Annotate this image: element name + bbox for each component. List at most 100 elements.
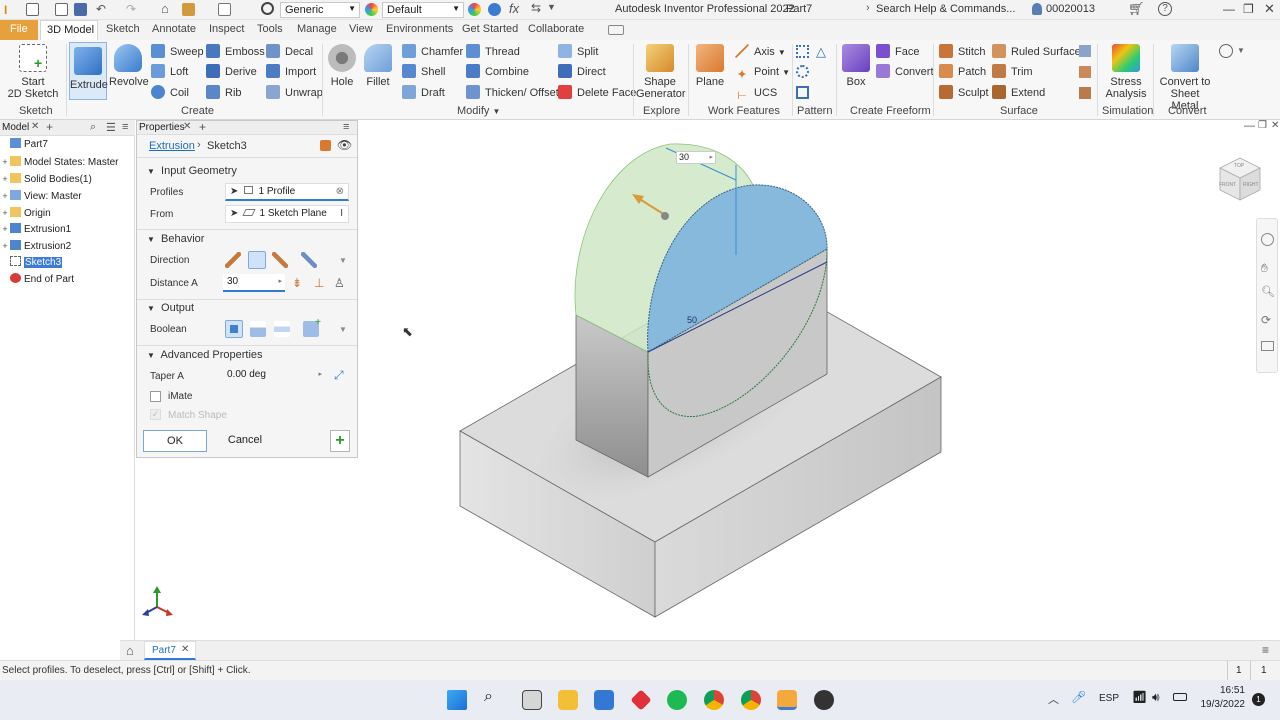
save-icon[interactable] — [74, 3, 87, 16]
close-icon[interactable]: ✕ — [181, 644, 189, 655]
section-input-geometry[interactable]: ▼ Input Geometry — [147, 165, 237, 177]
no-icon[interactable] — [261, 2, 274, 15]
sketch-pattern-icon[interactable] — [796, 86, 809, 99]
mirror-icon[interactable]: △ — [816, 44, 826, 60]
open-icon[interactable] — [55, 3, 68, 16]
tab-sketch[interactable]: Sketch — [106, 23, 140, 35]
unwrap-button[interactable]: Unwrap — [266, 85, 323, 101]
battery-icon[interactable] — [1173, 693, 1187, 701]
zoom-icon[interactable]: 🔍︎ — [1261, 285, 1275, 298]
tab-file[interactable]: File — [0, 20, 38, 40]
eye-icon[interactable]: 👁︎ — [337, 138, 352, 152]
restore-icon[interactable]: ❐ — [1243, 2, 1254, 16]
circular-pattern-icon[interactable] — [796, 65, 809, 78]
tree-node-extrusion2[interactable]: + Extrusion2 — [0, 238, 71, 254]
chrome-profile-icon[interactable] — [741, 690, 761, 710]
wifi-icon[interactable]: 📶︎ — [1132, 690, 1147, 704]
home-icon[interactable]: ⌂ — [161, 1, 169, 16]
section-output[interactable]: ▼ Output — [147, 302, 194, 314]
distance-a-input[interactable]: 30 ▸ — [223, 274, 285, 292]
minimize-icon[interactable]: — — [1223, 2, 1235, 16]
viewcube[interactable]: TOP FRONT RIGHT — [1216, 156, 1264, 204]
customize-icon[interactable]: ▼ — [547, 2, 556, 12]
tab-view[interactable]: View — [349, 23, 373, 35]
minimize-icon[interactable]: — — [1244, 120, 1255, 132]
color-wheel-icon[interactable] — [365, 3, 378, 16]
store-icon[interactable] — [594, 690, 614, 710]
rib-button[interactable]: Rib — [206, 85, 242, 101]
delete-face-button[interactable]: Delete Face — [558, 85, 636, 101]
tab-3d-model[interactable]: 3D Model — [40, 20, 98, 40]
direct-button[interactable]: Direct — [558, 64, 606, 80]
redo-icon[interactable]: ↷ — [126, 2, 136, 16]
extrude-button[interactable]: Extrude — [69, 42, 108, 100]
thread-button[interactable]: Thread — [466, 44, 520, 60]
look-at-icon[interactable] — [1261, 341, 1274, 351]
sweep-button[interactable]: Sweep — [151, 44, 204, 60]
clear-selection-icon[interactable]: ⊗ — [336, 184, 344, 200]
hole-button[interactable]: Hole — [326, 44, 358, 88]
new-icon[interactable] — [26, 3, 39, 16]
split-button[interactable]: Split — [558, 44, 598, 60]
chevron-down-icon[interactable]: ▼ — [339, 325, 347, 334]
browser-tab-model[interactable]: Model — [2, 122, 29, 133]
boolean-new-solid-icon[interactable]: + — [303, 317, 321, 337]
volume-icon[interactable]: 🔊︎ — [1152, 690, 1160, 705]
appearance-select[interactable]: Generic ▼ — [280, 2, 360, 18]
ucs-button[interactable]: ⊢ UCS — [735, 85, 777, 102]
breadcrumb-extrusion[interactable]: Extrusion — [149, 140, 195, 152]
adjust-icon[interactable] — [468, 3, 481, 16]
repair-icon[interactable] — [1079, 45, 1091, 57]
direction-flipped-icon[interactable] — [248, 251, 266, 269]
convert-freeform-button[interactable]: Convert — [876, 64, 934, 80]
rect-pattern-icon[interactable] — [796, 45, 809, 58]
clock-date[interactable]: 19/3/2022 — [1197, 699, 1246, 710]
tree-node-solid-bodies[interactable]: + Solid Bodies(1) — [0, 171, 92, 187]
search-icon[interactable]: ⌕ — [90, 121, 96, 134]
taper-a-input[interactable]: 0.00 deg ▸ — [223, 367, 325, 385]
emboss-button[interactable]: Emboss — [206, 44, 265, 60]
steering-wheel-icon[interactable] — [1261, 233, 1274, 246]
tab-collaborate[interactable]: Collaborate — [528, 23, 584, 35]
chamfer-button[interactable]: Chamfer — [402, 44, 463, 60]
restore-icon[interactable]: ❐ — [1258, 120, 1267, 131]
chevron-down-icon[interactable]: ▼ — [1237, 46, 1245, 55]
combine-button[interactable]: Combine — [466, 64, 529, 80]
distance-inline-input[interactable]: 30 ▸ — [676, 151, 716, 164]
tree-node-end-of-part[interactable]: End of Part — [0, 272, 74, 288]
tab-inspect[interactable]: Inspect — [209, 23, 244, 35]
through-all-icon[interactable]: ♙ — [334, 276, 345, 290]
derive-button[interactable]: Derive — [206, 64, 257, 80]
stress-analysis-button[interactable]: Stress Analysis — [1102, 44, 1150, 100]
boolean-cut-icon[interactable] — [250, 321, 266, 337]
coil-button[interactable]: Coil — [151, 85, 189, 101]
menu-icon[interactable]: ☰ — [106, 121, 116, 134]
convert-sheet-metal-button[interactable]: Convert to Sheet Metal — [1156, 44, 1214, 112]
sculpt-button[interactable]: Sculpt — [939, 85, 989, 101]
close-icon[interactable]: ✕ — [1271, 120, 1279, 131]
menu-icon[interactable]: ≡ — [343, 121, 349, 133]
axis-button[interactable]: Axis ▼ — [735, 44, 786, 60]
loft-button[interactable]: Loft — [151, 64, 188, 80]
tab-annotate[interactable]: Annotate — [152, 23, 196, 35]
tree-node-model-states[interactable]: + Model States: Master — [0, 154, 118, 170]
group-modify-label[interactable]: Modify ▼ — [457, 105, 500, 117]
material-select[interactable]: Default ▼ — [382, 2, 464, 18]
preset-icon[interactable] — [320, 140, 331, 151]
cart-icon[interactable]: 🛒︎ — [1128, 1, 1145, 17]
user-icon[interactable] — [1032, 3, 1042, 15]
notification-badge[interactable]: 1 — [1252, 693, 1265, 706]
clear-icon[interactable] — [488, 3, 501, 16]
add-tab-icon[interactable]: + — [46, 120, 53, 134]
chrome-icon[interactable] — [704, 690, 724, 710]
tree-node-origin[interactable]: + Origin — [0, 205, 51, 221]
graphics-viewport[interactable]: 30 ▸ 50 TOP FRONT RIGHT — ❐ ✕ ✋︎ 🔍︎ ⟳ — [358, 120, 1280, 640]
file-explorer-icon[interactable] — [558, 690, 578, 710]
boolean-join-icon[interactable] — [225, 320, 243, 338]
user-name[interactable]: 00020013 — [1046, 3, 1095, 15]
face-draft-icon[interactable] — [1079, 87, 1091, 99]
fit-mesh-icon[interactable] — [1079, 66, 1091, 78]
ok-button[interactable]: OK — [143, 430, 207, 452]
orbit-icon[interactable]: ⟳ — [1261, 313, 1271, 327]
home-tab-icon[interactable]: ⌂ — [126, 643, 134, 658]
